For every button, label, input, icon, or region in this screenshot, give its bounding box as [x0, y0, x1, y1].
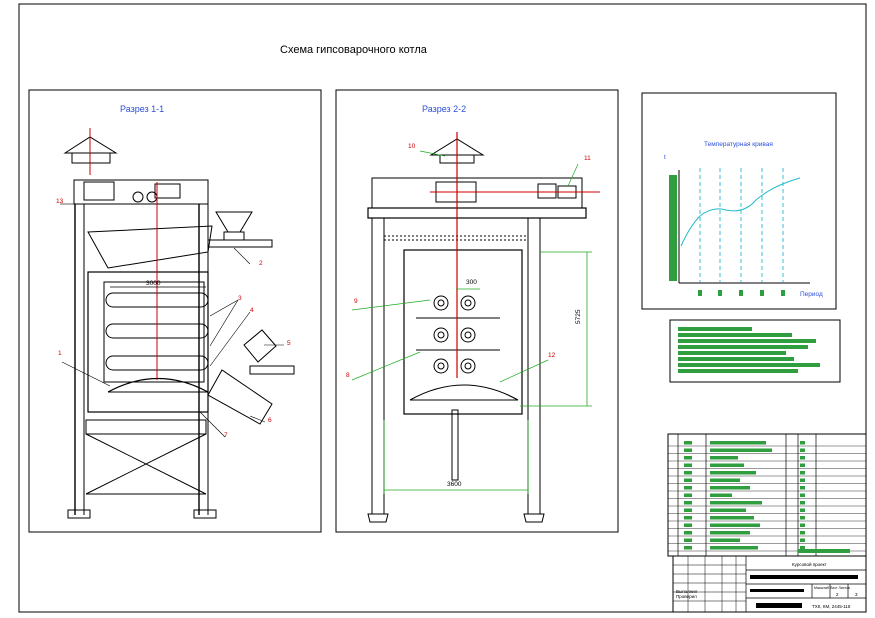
spec-row-description: [710, 486, 750, 490]
spec-row-position: [684, 493, 692, 497]
drawing-sheet: [18, 3, 867, 613]
spec-row-quantity: [800, 508, 805, 512]
spec-row-quantity: [800, 486, 805, 490]
spec-row-position: [684, 516, 692, 520]
temp-chart-y-label: t: [664, 154, 666, 161]
stamp-document-title: Курсовой проект: [792, 562, 827, 567]
callout-7: 7: [224, 432, 228, 439]
callout-6: 6: [268, 417, 272, 424]
callout-5: 5: [287, 340, 291, 347]
spec-row-quantity: [800, 463, 805, 467]
spec-row-position: [684, 538, 692, 542]
spec-row-position: [684, 531, 692, 535]
spec-row-quantity: [800, 456, 805, 460]
spec-row-position: [684, 471, 692, 475]
drawing-title: Схема гипсоварочного котла: [280, 44, 427, 56]
spec-row-position: [684, 523, 692, 527]
spec-row-description: [710, 516, 754, 520]
callout-8: 8: [346, 372, 350, 379]
spec-row-quantity: [800, 478, 805, 482]
spec-row-description: [710, 448, 772, 452]
spec-row-quantity: [800, 546, 805, 550]
spec-row-quantity: [800, 523, 805, 527]
spec-row-description: [710, 508, 746, 512]
temp-chart-title: Температурная кривая: [704, 141, 773, 148]
spec-row-position: [684, 486, 692, 490]
spec-row-position: [684, 448, 692, 452]
spec-row-quantity: [800, 501, 805, 505]
spec-row-position: [684, 441, 692, 445]
section-2-title: Разрез 2-2: [422, 104, 467, 114]
spec-row-position: [684, 546, 692, 550]
spec-row-description: [710, 546, 758, 550]
spec-row-description: [710, 471, 756, 475]
spec-row-quantity: [800, 516, 805, 520]
stamp-sheets-total: 3: [855, 592, 858, 597]
spec-row-description: [710, 463, 744, 467]
spec-row-description: [710, 538, 740, 542]
spec-row-description: [710, 456, 738, 460]
stamp-signatures: Выполнил Проверил: [676, 589, 698, 599]
spec-row-description: [710, 523, 760, 527]
callout-3: 3: [238, 295, 242, 302]
spec-row-description: [710, 478, 740, 482]
spec-row-quantity: [800, 493, 805, 497]
spec-row-position: [684, 478, 692, 482]
section-2-height-dimension: 5725: [575, 309, 582, 324]
spec-row-quantity: [800, 531, 805, 535]
callout-4: 4: [250, 307, 254, 314]
callout-11: 11: [584, 155, 591, 162]
notes-block: [669, 319, 841, 383]
callout-9: 9: [354, 298, 358, 305]
spec-row-description: [710, 531, 750, 535]
section-1-width-dimension: 3000: [146, 280, 161, 287]
callout-12: 12: [548, 352, 556, 359]
temperature-curve: [680, 177, 801, 247]
spec-row-quantity: [800, 471, 805, 475]
section-1-panel: [28, 89, 322, 533]
spec-row-description: [710, 501, 762, 505]
callout-10: 10: [408, 143, 416, 150]
specification-table: [667, 433, 867, 557]
temp-chart-x-label: Период: [800, 291, 823, 298]
section-1-title: Разрез 1-1: [120, 104, 165, 114]
stamp-sheet-number: 2: [836, 592, 839, 597]
title-block: [672, 549, 867, 613]
section-2-width-dimension: 3600: [447, 481, 462, 488]
spec-row-position: [684, 456, 692, 460]
callout-2: 2: [259, 260, 263, 267]
spec-row-position: [684, 501, 692, 505]
stamp-sheet-label: Масштаб Лист Листов: [814, 586, 850, 590]
spec-row-quantity: [800, 448, 805, 452]
stamp-document-code: ТХК, КМ, 2445-118: [812, 604, 851, 609]
callout-13: 13: [56, 198, 64, 205]
spec-row-description: [710, 441, 766, 445]
spec-row-quantity: [800, 441, 805, 445]
spec-row-position: [684, 508, 692, 512]
spec-row-position: [684, 463, 692, 467]
section-2-small-dimension: 300: [466, 279, 477, 286]
spec-row-quantity: [800, 538, 805, 542]
spec-row-description: [710, 493, 732, 497]
temperature-chart: [641, 92, 837, 310]
callout-1: 1: [58, 350, 62, 357]
